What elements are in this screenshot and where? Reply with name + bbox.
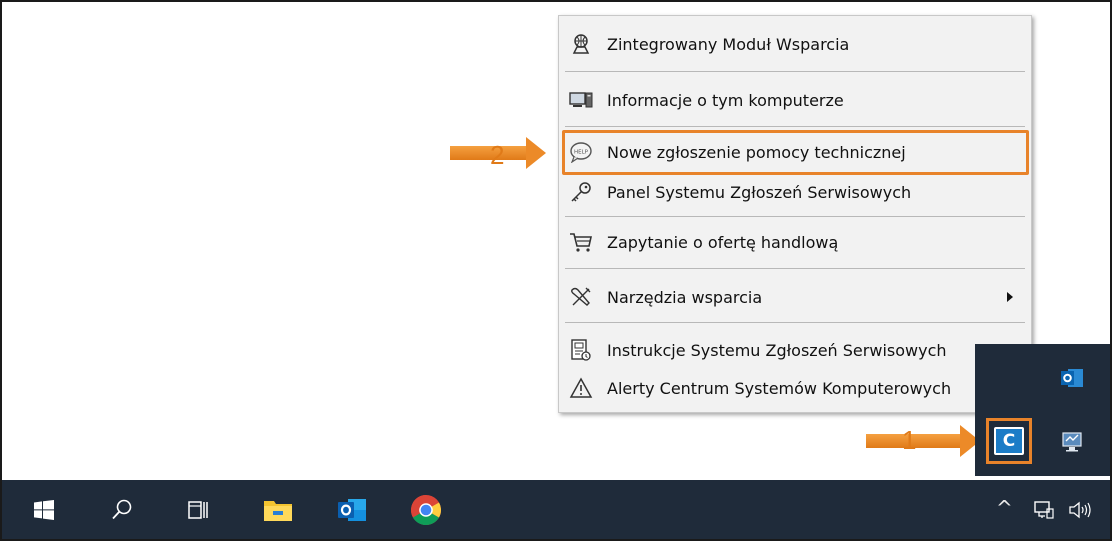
- svg-text:HELP: HELP: [574, 150, 589, 156]
- menu-item-service-panel[interactable]: Panel Systemu Zgłoszeń Serwisowych: [559, 172, 1031, 212]
- chrome-icon: [410, 494, 442, 525]
- network-icon[interactable]: [1030, 480, 1058, 539]
- folder-icon: [264, 500, 292, 521]
- menu-item-label: Zapytanie o ofertę handlową: [607, 233, 839, 252]
- tray-context-menu: Zintegrowany Moduł Wsparcia Informacje o…: [558, 15, 1032, 413]
- key-icon: [569, 180, 593, 204]
- menu-separator: [565, 322, 1025, 323]
- c-app-icon[interactable]: C: [994, 427, 1024, 455]
- cart-icon: [569, 230, 593, 254]
- outlook-icon: [338, 498, 366, 521]
- volume-icon[interactable]: [1066, 480, 1094, 539]
- support-module-icon: [569, 32, 593, 56]
- network-monitor-icon[interactable]: [1058, 428, 1086, 456]
- annotation-arrow-2: [450, 137, 546, 169]
- menu-item-instructions[interactable]: Instrukcje Systemu Zgłoszeń Serwisowych: [559, 330, 1031, 370]
- menu-item-alerts[interactable]: Alerty Centrum Systemów Komputerowych: [559, 368, 1031, 408]
- menu-item-support-tools[interactable]: Narzędzia wsparcia: [559, 277, 1031, 317]
- menu-separator: [565, 126, 1025, 127]
- warning-icon: [569, 376, 593, 400]
- menu-item-support-module[interactable]: Zintegrowany Moduł Wsparcia: [559, 24, 1031, 64]
- annotation-number-2: 2: [490, 140, 505, 170]
- menu-item-new-ticket[interactable]: HELP Nowe zgłoszenie pomocy technicznej: [559, 132, 1031, 172]
- chrome-button[interactable]: [404, 480, 448, 539]
- start-button[interactable]: [24, 480, 64, 539]
- menu-item-computer-info[interactable]: Informacje o tym komputerze: [559, 80, 1031, 120]
- tools-icon: [569, 285, 593, 309]
- menu-item-label: Zintegrowany Moduł Wsparcia: [607, 35, 850, 54]
- outlook-tray-icon[interactable]: [1058, 364, 1086, 392]
- menu-item-label: Instrukcje Systemu Zgłoszeń Serwisowych: [607, 341, 947, 360]
- taskbar: ^: [2, 480, 1110, 539]
- menu-item-label: Narzędzia wsparcia: [607, 288, 763, 307]
- annotation-number-1: 1: [902, 425, 917, 455]
- windows-logo-icon: [34, 499, 54, 520]
- manual-icon: [569, 338, 593, 362]
- computer-info-icon: [569, 88, 593, 112]
- menu-item-sales-inquiry[interactable]: Zapytanie o ofertę handlową: [559, 222, 1031, 262]
- outlook-button[interactable]: [330, 480, 374, 539]
- menu-item-label: Panel Systemu Zgłoszeń Serwisowych: [607, 183, 912, 202]
- file-explorer-button[interactable]: [256, 480, 300, 539]
- menu-item-label: Alerty Centrum Systemów Komputerowych: [607, 379, 952, 398]
- search-button[interactable]: [102, 480, 142, 539]
- menu-separator: [565, 71, 1025, 72]
- menu-separator: [565, 216, 1025, 217]
- help-bubble-icon: HELP: [569, 140, 593, 164]
- search-icon: [112, 499, 132, 519]
- submenu-arrow-icon: [1007, 292, 1013, 302]
- task-view-icon: [188, 500, 208, 519]
- task-view-button[interactable]: [178, 480, 218, 539]
- menu-separator: [565, 268, 1025, 269]
- show-hidden-icons-button[interactable]: ^: [996, 496, 1013, 520]
- menu-item-label: Nowe zgłoszenie pomocy technicznej: [607, 143, 906, 162]
- menu-item-label: Informacje o tym komputerze: [607, 91, 844, 110]
